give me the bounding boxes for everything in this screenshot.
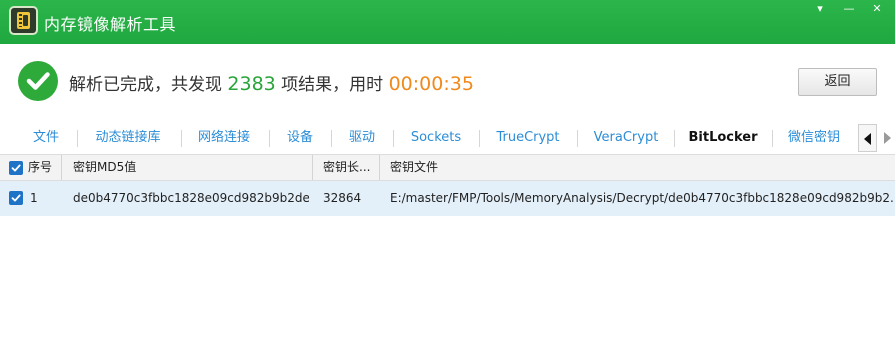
tab-network[interactable]: 网络连接 — [183, 122, 265, 154]
cell-length: 32864 — [323, 191, 362, 205]
elapsed-time: 00:00:35 — [388, 73, 474, 95]
tab-divider — [674, 130, 675, 147]
app-window: 内存镜像解析工具 ▾ — ✕ 解析已完成，共发现 2383 项结果，用时 00:… — [0, 0, 895, 357]
tab-divider — [77, 130, 78, 147]
success-check-icon — [18, 61, 58, 101]
category-tabs: 文件 动态链接库 网络连接 设备 驱动 Sockets TrueCrypt Ve… — [0, 122, 895, 154]
tab-files[interactable]: 文件 — [17, 122, 75, 154]
tab-divider — [577, 130, 578, 147]
status-message: 解析已完成，共发现 2383 项结果，用时 00:00:35 — [69, 70, 474, 96]
minimize-icon[interactable]: — — [837, 2, 861, 16]
tab-divider — [181, 130, 182, 147]
col-header-file[interactable]: 密钥文件 — [390, 155, 438, 180]
tab-scroll-right-icon[interactable] — [879, 124, 895, 152]
cell-md5: de0b4770c3fbbc1828e09cd982b9b2de — [73, 191, 309, 205]
status-prefix: 解析已完成，共发现 — [69, 75, 222, 95]
select-all-checkbox[interactable] — [9, 161, 23, 175]
title-bar[interactable]: 内存镜像解析工具 ▾ — ✕ — [0, 0, 895, 44]
menu-dropdown-icon[interactable]: ▾ — [808, 2, 832, 16]
table-row[interactable]: 1 de0b4770c3fbbc1828e09cd982b9b2de 32864… — [0, 181, 895, 216]
tab-veracrypt[interactable]: VeraCrypt — [579, 122, 673, 154]
status-middle: 项结果，用时 — [281, 75, 384, 95]
tab-dll[interactable]: 动态链接库 — [79, 122, 177, 154]
tab-scroll-left-icon[interactable] — [858, 124, 877, 152]
app-film-icon — [9, 6, 38, 35]
row-checkbox[interactable] — [9, 191, 23, 205]
tab-divider — [479, 130, 480, 147]
cell-file: E:/master/FMP/Tools/MemoryAnalysis/Decry… — [390, 191, 893, 205]
tab-sockets[interactable]: Sockets — [395, 122, 477, 154]
result-count: 2383 — [227, 73, 276, 95]
tab-divider — [772, 130, 773, 147]
cell-index: 1 — [30, 191, 38, 205]
tab-truecrypt[interactable]: TrueCrypt — [481, 122, 575, 154]
tab-drivers[interactable]: 驱动 — [333, 122, 391, 154]
tab-divider — [393, 130, 394, 147]
column-divider[interactable] — [379, 155, 380, 180]
col-header-length[interactable]: 密钥长... — [323, 155, 370, 180]
tab-devices[interactable]: 设备 — [271, 122, 329, 154]
back-button[interactable]: 返回 — [798, 68, 877, 96]
tab-bitlocker[interactable]: BitLocker — [676, 122, 770, 154]
tab-divider — [269, 130, 270, 147]
tab-divider — [331, 130, 332, 147]
close-icon[interactable]: ✕ — [865, 2, 889, 16]
column-divider[interactable] — [61, 155, 62, 180]
column-divider[interactable] — [312, 155, 313, 180]
window-title: 内存镜像解析工具 — [44, 15, 177, 34]
tab-wechat-key[interactable]: 微信密钥 — [774, 122, 854, 154]
table-header: 序号 密钥MD5值 密钥长... 密钥文件 — [0, 154, 895, 181]
col-header-md5[interactable]: 密钥MD5值 — [73, 155, 136, 180]
col-header-index[interactable]: 序号 — [28, 155, 52, 180]
